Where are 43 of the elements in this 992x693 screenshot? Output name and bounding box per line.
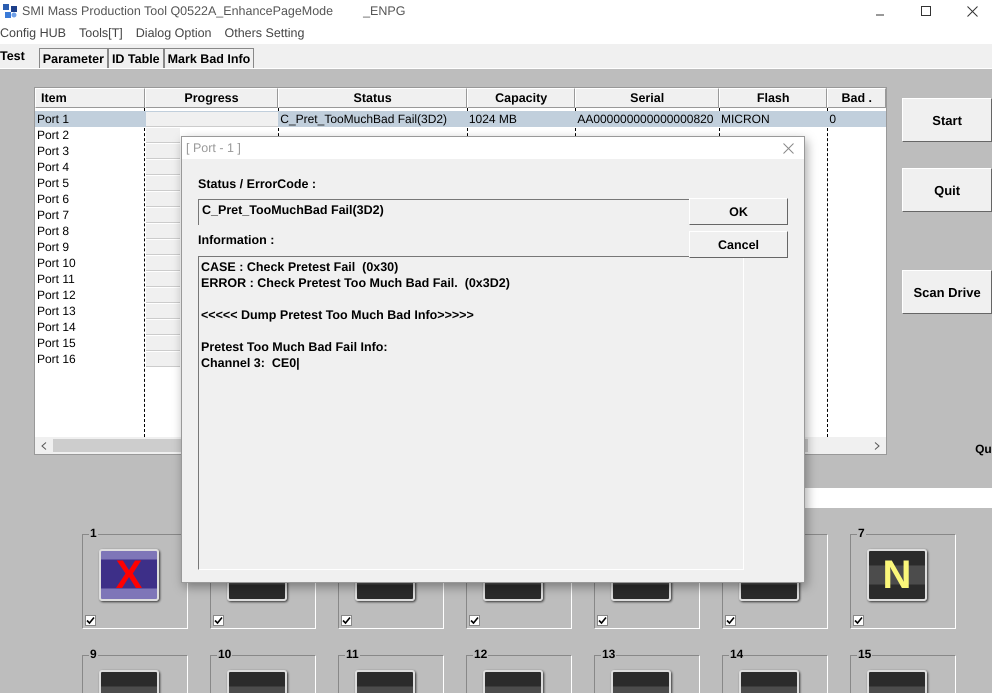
table-cell: Port 16 — [37, 352, 76, 366]
table-cell: 0 — [829, 112, 836, 126]
port-number: 10 — [217, 647, 232, 661]
side-label: Qu — [975, 442, 992, 456]
table-cell: Port 5 — [37, 176, 70, 190]
information-line: Pretest Too Much Bad Fail Info: — [201, 340, 388, 354]
port-number: 12 — [473, 647, 488, 661]
port-number: 11 — [345, 647, 360, 661]
table-cell: Port 13 — [37, 304, 76, 318]
table-cell: Port 8 — [37, 224, 70, 238]
table-cell: Port 3 — [37, 144, 70, 158]
dialog-title: [ Port - 1 ] — [186, 141, 241, 155]
table-cell: Port 15 — [37, 336, 76, 350]
port-number: 14 — [729, 647, 744, 661]
table-cell: MICRON — [720, 112, 770, 126]
port-number: 1 — [89, 526, 98, 540]
table-cell: Port 2 — [37, 128, 70, 142]
port-number: 13 — [601, 647, 616, 661]
port-number: 9 — [89, 647, 98, 661]
table-cell: Port 6 — [37, 192, 70, 206]
information-line: CASE : Check Pretest Fail (0x30) — [201, 260, 398, 274]
table-cell: AA000000000000000820 — [577, 112, 714, 126]
window-title-suffix: _ENPG — [363, 4, 406, 18]
port-status-icon: N — [867, 549, 927, 601]
table-cell: Port 4 — [37, 160, 70, 174]
port-number: 15 — [857, 647, 872, 661]
port-status-icon: X — [99, 549, 159, 601]
information-line: <<<<< Dump Pretest Too Much Bad Info>>>>> — [201, 308, 474, 322]
table-cell: Port 12 — [37, 288, 76, 302]
table-cell: Port 9 — [37, 240, 70, 254]
status-label: Status / ErrorCode : — [198, 177, 316, 193]
table-cell: C_Pret_TooMuchBad Fail(3D2) — [280, 112, 448, 126]
table-cell: Port 7 — [37, 208, 70, 222]
port-number: 7 — [857, 526, 866, 540]
information-label: Information : — [198, 233, 274, 249]
table-cell: Port 1 — [37, 112, 70, 126]
window-title: SMI Mass Production Tool Q0522A_EnhancePageMode — [22, 4, 334, 18]
information-line: ERROR : Check Pretest Too Much Bad Fail. (0x3D2) — [201, 276, 510, 290]
table-cell: 1024 MB — [468, 112, 517, 126]
information-line: Channel 3: CE0| — [201, 356, 300, 370]
table-cell: Port 10 — [37, 256, 76, 270]
table-cell: Port 14 — [37, 320, 76, 334]
table-cell: Port 11 — [37, 272, 75, 286]
